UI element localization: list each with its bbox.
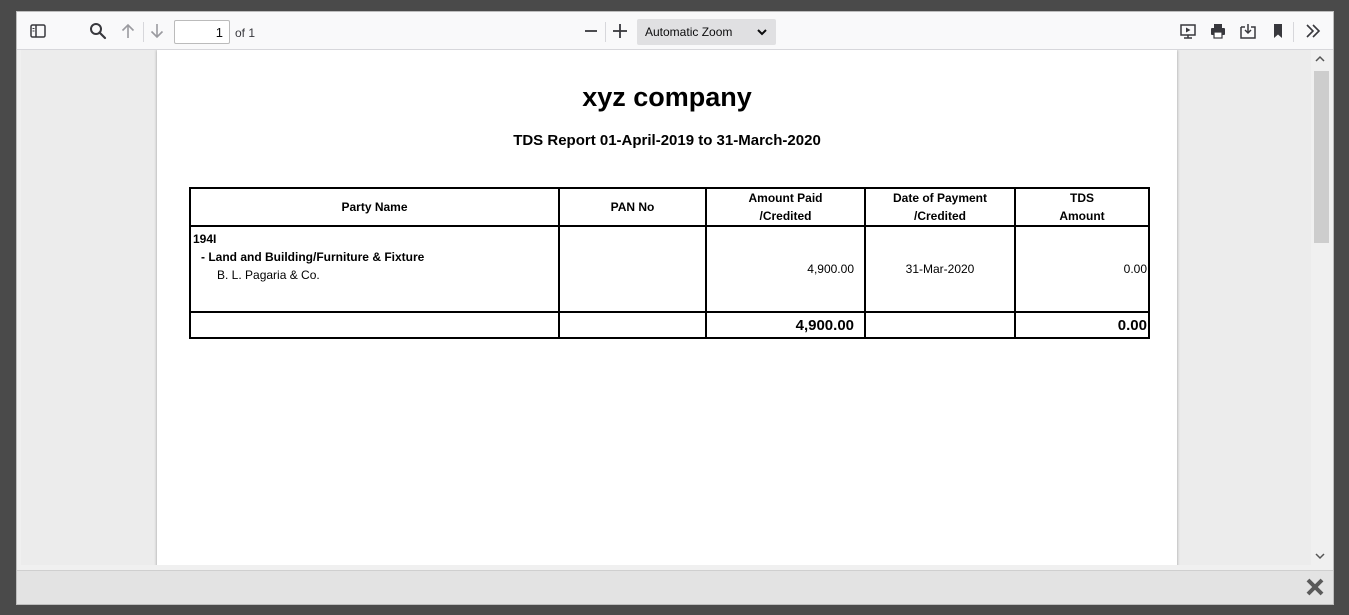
header-amount-paid-line2: /Credited xyxy=(759,209,812,223)
tools-button[interactable] xyxy=(1301,19,1325,43)
header-date-line1: Date of Payment xyxy=(892,191,988,205)
close-icon xyxy=(1306,578,1324,596)
bookmark-button[interactable] xyxy=(1266,19,1290,43)
page-number-input[interactable] xyxy=(174,20,230,44)
zoom-in-button[interactable] xyxy=(608,19,632,43)
header-tds-amount: TDS Amount xyxy=(1014,187,1150,227)
print-button[interactable] xyxy=(1206,19,1230,43)
header-tds-line1: TDS xyxy=(1070,191,1094,205)
print-icon xyxy=(1211,24,1225,39)
zoom-select-value: Automatic Zoom xyxy=(645,25,733,39)
find-button[interactable] xyxy=(86,19,110,43)
header-tds-line2: Amount xyxy=(1059,209,1105,223)
scroll-down-button[interactable] xyxy=(1311,549,1329,563)
plus-icon xyxy=(613,24,627,38)
pan-no-cell xyxy=(558,225,707,313)
pdf-page: xyz company TDS Report 01-April-2019 to … xyxy=(157,50,1177,565)
download-icon xyxy=(1240,24,1256,39)
report-title: TDS Report 01-April-2019 to 31-March-202… xyxy=(513,132,821,149)
sidebar-toggle-button[interactable] xyxy=(26,19,50,43)
header-amount-paid: Amount Paid /Credited xyxy=(705,187,866,227)
dialog-footer xyxy=(17,570,1333,604)
section-code: 194I xyxy=(193,232,217,246)
total-amount-cell: 4,900.00 xyxy=(705,311,866,339)
header-party-name: Party Name xyxy=(189,187,560,227)
pdf-toolbar: of 1 Automatic Zoom xyxy=(17,12,1333,50)
arrow-down-icon xyxy=(150,24,164,39)
next-page-button[interactable] xyxy=(145,19,169,43)
close-button[interactable] xyxy=(1305,577,1325,597)
chevron-down-icon xyxy=(757,29,767,36)
scrollbar-thumb[interactable] xyxy=(1314,71,1329,243)
totals-empty-cell xyxy=(558,311,707,339)
double-chevron-right-icon xyxy=(1306,24,1321,38)
search-icon xyxy=(90,23,107,40)
bookmark-icon xyxy=(1274,24,1282,38)
document-viewer[interactable]: xyz company TDS Report 01-April-2019 to … xyxy=(21,50,1312,565)
zoom-select[interactable]: Automatic Zoom xyxy=(637,19,776,45)
header-amount-paid-line1: Amount Paid xyxy=(748,191,823,205)
download-button[interactable] xyxy=(1236,19,1260,43)
category-label: - Land and Building/Furniture & Fixture xyxy=(201,250,425,264)
totals-empty-cell xyxy=(864,311,1016,339)
presentation-mode-button[interactable] xyxy=(1176,19,1200,43)
amount-paid-cell: 4,900.00 xyxy=(705,225,866,313)
toolbar-separator xyxy=(605,22,606,42)
scroll-up-button[interactable] xyxy=(1311,52,1329,66)
total-tds-cell: 0.00 xyxy=(1014,311,1150,339)
company-name: xyz company xyxy=(582,82,752,112)
header-pan-no: PAN No xyxy=(558,187,707,227)
page-count-label: of 1 xyxy=(235,26,256,40)
toolbar-separator xyxy=(143,22,144,42)
tds-amount-cell: 0.00 xyxy=(1014,225,1150,313)
header-date-of-payment: Date of Payment /Credited xyxy=(864,187,1016,227)
zoom-out-button[interactable] xyxy=(579,19,603,43)
presentation-mode-icon xyxy=(1180,24,1196,39)
sidebar-toggle-icon xyxy=(30,24,46,38)
table-header-row: Party Name PAN No Amount Paid /Credited … xyxy=(189,187,1150,227)
tds-report-table: Party Name PAN No Amount Paid /Credited … xyxy=(189,187,1150,339)
header-date-line2: /Credited xyxy=(913,209,966,223)
chevron-down-icon xyxy=(1315,553,1325,560)
table-row: 194I - Land and Building/Furniture & Fix… xyxy=(189,225,1150,313)
minus-icon xyxy=(585,30,597,32)
previous-page-button[interactable] xyxy=(116,19,140,43)
totals-row: 4,900.00 0.00 xyxy=(189,311,1150,339)
pdf-viewer-window: of 1 Automatic Zoom xyxy=(16,11,1334,605)
party-name-cell: 194I - Land and Building/Furniture & Fix… xyxy=(189,225,560,313)
totals-empty-cell xyxy=(189,311,560,339)
party-name: B. L. Pagaria & Co. xyxy=(217,268,320,282)
toolbar-separator xyxy=(1293,22,1294,42)
date-of-payment-cell: 31-Mar-2020 xyxy=(864,225,1016,313)
chevron-up-icon xyxy=(1315,55,1325,62)
arrow-up-icon xyxy=(121,23,135,38)
